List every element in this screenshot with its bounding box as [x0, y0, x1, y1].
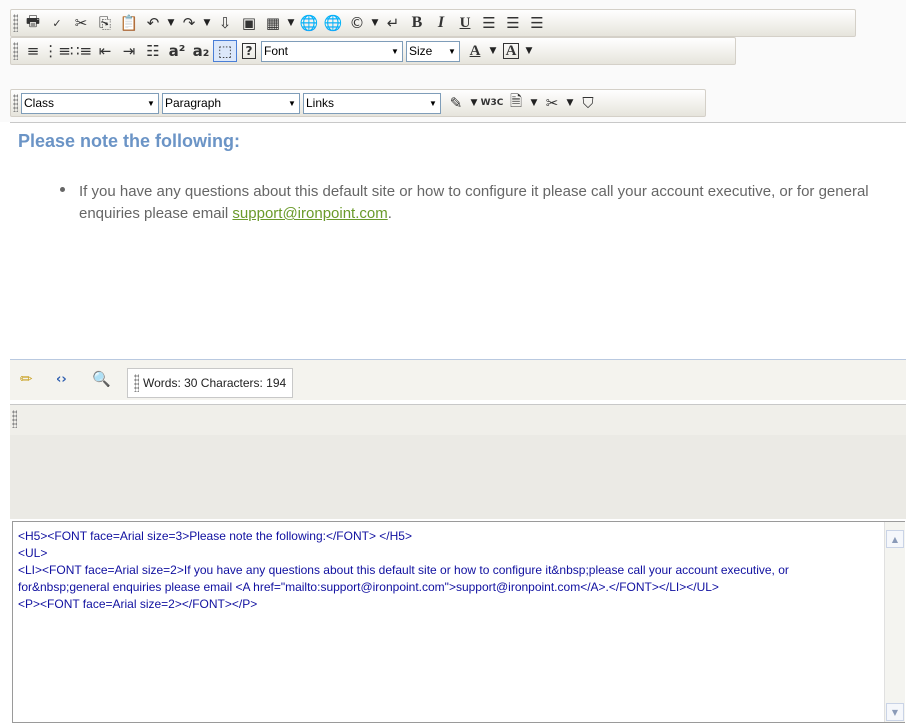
- bullet-list-icon[interactable]: ∷≡: [69, 40, 93, 62]
- template-dropdown-icon[interactable]: ▼: [528, 98, 540, 108]
- spellcheck-icon[interactable]: ✓: [45, 12, 69, 34]
- paragraph-combo[interactable]: Paragraph ▼: [162, 92, 300, 114]
- toolbar-grip[interactable]: [13, 14, 18, 32]
- table-icon[interactable]: ▦: [261, 12, 285, 34]
- bullet-item: If you have any questions about this def…: [79, 181, 879, 225]
- preview-magnifier-icon[interactable]: 🔍: [92, 370, 111, 388]
- toolbar-row-2: ≡ ⋮≡ ∷≡ ⇤ ⇥ ☷ a² a₂ ⬚ ? Font ▼ Size ▼ A …: [10, 37, 736, 65]
- html-mode-icon[interactable]: ‹›: [56, 372, 67, 387]
- links-combo[interactable]: Links ▼: [303, 92, 441, 114]
- highlight-color-icon[interactable]: A: [499, 40, 523, 62]
- design-area[interactable]: Please note the following: If you have a…: [10, 122, 906, 360]
- format-stripper-icon[interactable]: ✎: [444, 92, 468, 114]
- paragraph-combo-value: Paragraph: [165, 96, 222, 110]
- remove-link-icon[interactable]: 🌐: [321, 12, 345, 34]
- chevron-down-icon[interactable]: ▼: [426, 95, 440, 112]
- italic-button[interactable]: I: [429, 12, 453, 34]
- undo-dropdown-icon[interactable]: ▼: [165, 18, 177, 28]
- html-source-text[interactable]: <H5><FONT face=Arial size=3>Please note …: [18, 528, 873, 613]
- text-color-icon[interactable]: A: [463, 40, 487, 62]
- support-email-link[interactable]: support@ironpoint.com: [232, 205, 387, 222]
- chevron-down-icon[interactable]: ▼: [445, 43, 459, 60]
- bullet-item-end: .: [387, 205, 392, 222]
- align-center-icon[interactable]: ☰: [501, 12, 525, 34]
- word-count-text: Words: 30 Characters: 194: [143, 376, 287, 390]
- panel-grip[interactable]: [12, 410, 17, 428]
- class-combo-value: Class: [24, 96, 55, 110]
- toolbar-area: 🖶 ✓ ✂ ⎘ 📋 ↶ ▼ ↷ ▼ ⇩ ▣ ▦ ▼ 🌐 🌐 © ▼ ↵ B I …: [0, 0, 906, 122]
- chevron-down-icon[interactable]: ▼: [388, 43, 402, 60]
- image-manager-icon[interactable]: ▣: [237, 12, 261, 34]
- align-left-icon[interactable]: ☰: [477, 12, 501, 34]
- snippet-icon[interactable]: ✂: [540, 92, 564, 114]
- snippet-dropdown-icon[interactable]: ▼: [564, 98, 576, 108]
- justify-icon[interactable]: ≡: [21, 40, 45, 62]
- chevron-down-icon[interactable]: ▼: [144, 95, 158, 112]
- table-dropdown-icon[interactable]: ▼: [285, 18, 297, 28]
- toolbar-row-1: 🖶 ✓ ✂ ⎘ 📋 ↶ ▼ ↷ ▼ ⇩ ▣ ▦ ▼ 🌐 🌐 © ▼ ↵ B I …: [10, 9, 856, 37]
- align-right-icon[interactable]: ☰: [525, 12, 549, 34]
- size-combo[interactable]: Size ▼: [406, 40, 460, 62]
- bullet-item-text: If you have any questions about this def…: [79, 183, 869, 222]
- redo-dropdown-icon[interactable]: ▼: [201, 18, 213, 28]
- chevron-down-icon[interactable]: ▼: [285, 95, 299, 112]
- horizontal-rule-icon[interactable]: ☷: [141, 40, 165, 62]
- paragraph-break-icon[interactable]: ↵: [381, 12, 405, 34]
- w3c-validator-icon[interactable]: W3C: [480, 92, 504, 114]
- hyperlink-icon[interactable]: 🌐: [297, 12, 321, 34]
- subscript-icon[interactable]: a₂: [189, 40, 213, 62]
- show-borders-icon[interactable]: ⬚: [213, 40, 237, 62]
- undo-icon[interactable]: ↶: [141, 12, 165, 34]
- word-count-panel: Words: 30 Characters: 194: [127, 368, 294, 398]
- scroll-up-icon[interactable]: ▲: [886, 530, 904, 548]
- content-heading: Please note the following:: [18, 131, 241, 151]
- indent-icon[interactable]: ⇥: [117, 40, 141, 62]
- module-manager-icon[interactable]: ⛉: [576, 92, 600, 114]
- source-scrollbar[interactable]: [884, 522, 905, 722]
- bold-button[interactable]: B: [405, 12, 429, 34]
- format-stripper-dropdown-icon[interactable]: ▼: [468, 98, 480, 108]
- bullet-icon: [60, 187, 65, 192]
- underline-button[interactable]: U: [453, 12, 477, 34]
- text-color-dropdown-icon[interactable]: ▼: [487, 46, 499, 56]
- cut-icon[interactable]: ✂: [69, 12, 93, 34]
- redo-icon[interactable]: ↷: [177, 12, 201, 34]
- copy-icon[interactable]: ⎘: [93, 12, 117, 34]
- insert-image-icon[interactable]: ⇩: [213, 12, 237, 34]
- superscript-icon[interactable]: a²: [165, 40, 189, 62]
- tag-panel-body: [10, 435, 906, 519]
- numbered-list-icon[interactable]: ⋮≡: [43, 40, 71, 62]
- print-icon[interactable]: 🖶: [21, 12, 45, 34]
- size-combo-value: Size: [409, 44, 433, 58]
- font-combo[interactable]: Font ▼: [261, 40, 403, 62]
- highlight-dropdown-icon[interactable]: ▼: [523, 46, 535, 56]
- help-button[interactable]: ?: [237, 40, 261, 62]
- design-mode-pencil-icon[interactable]: ✏: [20, 370, 33, 388]
- scroll-down-icon[interactable]: ▼: [886, 703, 904, 721]
- symbol-icon[interactable]: ©: [345, 12, 369, 34]
- toolbar-row-3: Class ▼ Paragraph ▼ Links ▼ ✎ ▼ W3C 🗎 ▼ …: [10, 89, 706, 117]
- outdent-icon[interactable]: ⇤: [93, 40, 117, 62]
- font-combo-value: Font: [264, 44, 289, 58]
- class-combo[interactable]: Class ▼: [21, 92, 159, 114]
- symbol-dropdown-icon[interactable]: ▼: [369, 18, 381, 28]
- template-icon[interactable]: 🗎: [504, 92, 528, 114]
- links-combo-value: Links: [306, 96, 335, 110]
- paste-icon[interactable]: 📋: [117, 12, 141, 34]
- toolbar-grip[interactable]: [13, 94, 18, 112]
- toolbar-grip[interactable]: [13, 42, 18, 60]
- panel-grip: [134, 374, 139, 392]
- tag-panel-header: [10, 404, 906, 436]
